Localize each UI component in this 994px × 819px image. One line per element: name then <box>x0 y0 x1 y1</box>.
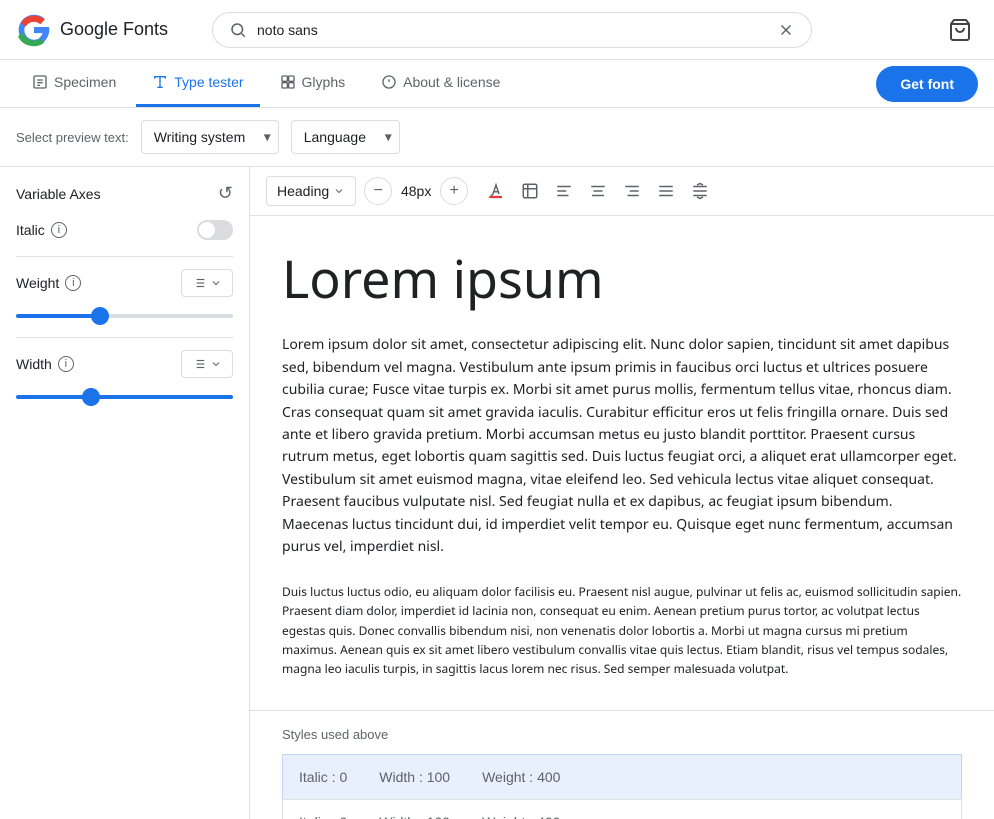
weight-menu-icon <box>192 276 206 290</box>
italic-axis-row: Italic i <box>16 220 233 240</box>
writing-system-select-wrap[interactable]: Writing system Latin Cyrillic Greek ▾ <box>141 120 279 154</box>
sidebar-divider-2 <box>16 337 233 338</box>
search-icon <box>229 21 247 39</box>
style-row: Italic : 0 Width : 100 Weight : 400 <box>282 799 962 819</box>
format-buttons <box>480 175 716 207</box>
width-axis: Width i <box>16 350 233 402</box>
width-menu-button[interactable] <box>181 350 233 378</box>
weight-menu-button[interactable] <box>181 269 233 297</box>
preview-body-2[interactable]: Duis luctus luctus odio, eu aliquam dolo… <box>282 582 962 678</box>
width-value-2: Width : 100 <box>379 814 450 819</box>
italic-info-icon[interactable]: i <box>51 222 67 238</box>
font-color-icon <box>487 182 505 200</box>
header: Google Fonts <box>0 0 994 60</box>
search-bar[interactable] <box>212 12 812 48</box>
align-right-button[interactable] <box>616 175 648 207</box>
tab-type-tester[interactable]: Type tester <box>136 60 259 107</box>
preview-area[interactable]: Lorem ipsum Lorem ipsum dolor sit amet, … <box>250 216 994 711</box>
sidebar-divider-1 <box>16 256 233 257</box>
highlight-color-button[interactable] <box>514 175 546 207</box>
justify-button[interactable] <box>650 175 682 207</box>
writing-system-select[interactable]: Writing system Latin Cyrillic Greek <box>141 120 279 154</box>
heading-dropdown-icon <box>333 185 345 197</box>
google-logo-icon <box>16 12 52 48</box>
line-height-button[interactable] <box>684 175 716 207</box>
select-preview-label: Select preview text: <box>16 130 129 145</box>
weight-info-icon[interactable]: i <box>65 275 81 291</box>
specimen-icon <box>32 74 48 90</box>
style-row: Italic : 0 Width : 100 Weight : 400 <box>282 754 962 800</box>
preview-selector-row: Select preview text: Writing system Lati… <box>0 108 994 167</box>
logo-area: Google Fonts <box>16 12 196 48</box>
refresh-icon[interactable]: ↺ <box>218 183 233 204</box>
width-menu-icon <box>192 357 206 371</box>
italic-toggle[interactable] <box>197 220 233 240</box>
styles-section: Styles used above Italic : 0 Width : 100… <box>250 711 994 819</box>
increase-font-size-button[interactable]: + <box>440 177 468 205</box>
tab-about[interactable]: About & license <box>365 60 516 107</box>
preview-body-1[interactable]: Lorem ipsum dolor sit amet, consectetur … <box>282 334 962 558</box>
decrease-font-size-button[interactable]: − <box>364 177 392 205</box>
weight-value-2: Weight : 400 <box>482 814 560 819</box>
weight-slider[interactable] <box>16 314 233 318</box>
weight-slider-container <box>16 305 233 321</box>
clear-search-icon[interactable] <box>777 21 795 39</box>
italic-value-2: Italic : 0 <box>299 814 347 819</box>
main-layout: Variable Axes ↺ Italic i Weight i <box>0 167 994 819</box>
justify-icon <box>657 182 675 200</box>
tab-bar: Specimen Type tester Glyphs About & lice… <box>0 60 994 108</box>
about-icon <box>381 74 397 90</box>
styles-used-title: Styles used above <box>282 727 962 742</box>
get-font-button[interactable]: Get font <box>876 66 978 102</box>
weight-axis: Weight i <box>16 269 233 321</box>
width-axis-row: Width i <box>16 350 233 378</box>
width-label: Width i <box>16 356 74 372</box>
align-center-button[interactable] <box>582 175 614 207</box>
width-info-icon[interactable]: i <box>58 356 74 372</box>
highlight-icon <box>521 182 539 200</box>
content-area: Heading − 48px + <box>250 167 994 819</box>
header-right <box>942 12 978 48</box>
type-tester-icon <box>152 74 168 90</box>
tab-glyphs[interactable]: Glyphs <box>264 60 362 107</box>
variable-axes-title: Variable Axes <box>16 186 101 202</box>
type-toolbar: Heading − 48px + <box>250 167 994 216</box>
preview-heading[interactable]: Lorem ipsum <box>282 248 962 310</box>
align-center-icon <box>589 182 607 200</box>
tab-specimen[interactable]: Specimen <box>16 60 132 107</box>
width-slider-container <box>16 386 233 402</box>
weight-axis-row: Weight i <box>16 269 233 297</box>
weight-label: Weight i <box>16 275 81 291</box>
align-left-button[interactable] <box>548 175 580 207</box>
shopping-bag-icon[interactable] <box>942 12 978 48</box>
width-dropdown-icon <box>210 358 222 370</box>
language-select[interactable]: Language English French German <box>291 120 400 154</box>
weight-dropdown-icon <box>210 277 222 289</box>
width-slider[interactable] <box>16 395 233 399</box>
logo-text: Google Fonts <box>60 19 168 40</box>
italic-axis: Italic i <box>16 220 233 240</box>
sidebar: Variable Axes ↺ Italic i Weight i <box>0 167 250 819</box>
search-input[interactable] <box>257 22 767 38</box>
italic-label: Italic i <box>16 222 67 238</box>
sidebar-header: Variable Axes ↺ <box>16 183 233 204</box>
language-select-wrap[interactable]: Language English French German ▾ <box>291 120 400 154</box>
glyphs-icon <box>280 74 296 90</box>
align-left-icon <box>555 182 573 200</box>
font-color-button[interactable] <box>480 175 512 207</box>
font-size-control: − 48px + <box>364 177 468 205</box>
heading-select[interactable]: Heading <box>266 176 356 206</box>
line-height-icon <box>691 182 709 200</box>
align-right-icon <box>623 182 641 200</box>
italic-toggle-knob <box>199 222 215 238</box>
font-size-value: 48px <box>396 183 436 199</box>
